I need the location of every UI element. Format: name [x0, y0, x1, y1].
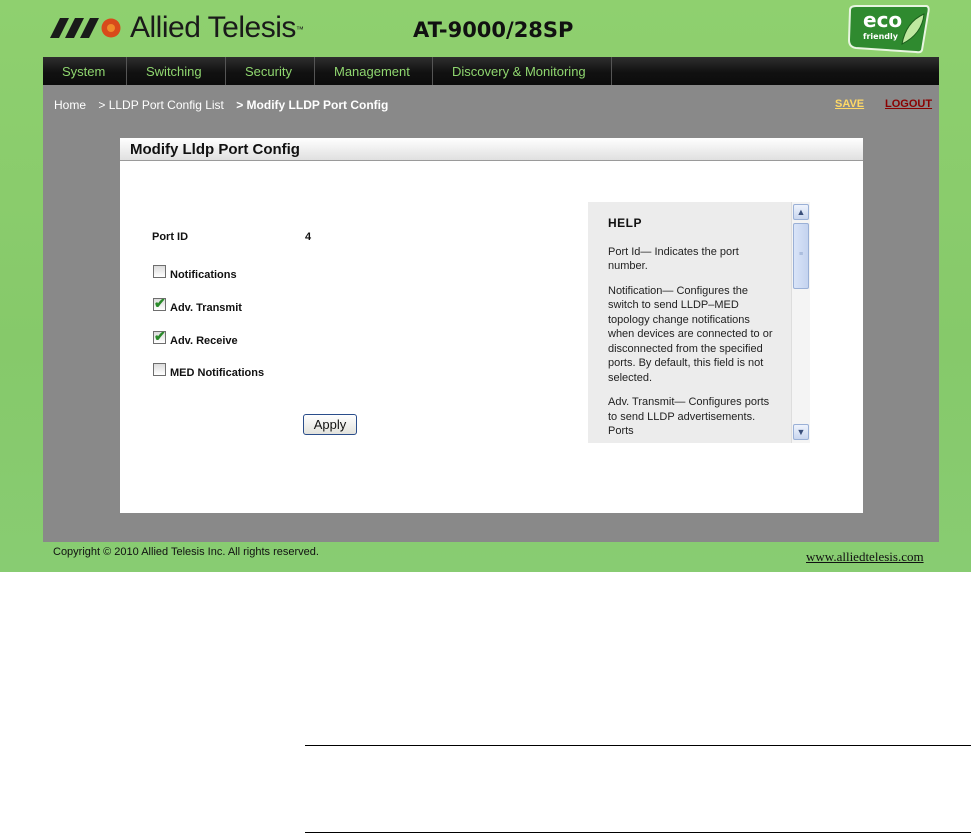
nav-management[interactable]: Management	[315, 57, 433, 85]
apply-button[interactable]: Apply	[303, 414, 357, 435]
med-notifications-checkbox[interactable]	[153, 363, 166, 376]
help-box[interactable]: HELP Port Id— Indicates the port number.…	[588, 202, 810, 443]
help-title: HELP	[608, 216, 643, 230]
help-paragraph: Port Id— Indicates the port number.	[608, 245, 739, 273]
scroll-up-icon[interactable]: ▲	[793, 204, 809, 220]
med-notifications-label: MED Notifications	[170, 367, 265, 379]
website-link[interactable]: www.alliedtelesis.com	[806, 549, 924, 565]
adv-receive-checkbox[interactable]: ✔	[153, 328, 166, 344]
main-nav: System Switching Security Management Dis…	[43, 57, 939, 85]
nav-switching[interactable]: Switching	[127, 57, 226, 85]
page-background: Allied Telesis™ AT-9000/28SP eco friendl…	[0, 0, 971, 572]
notifications-label: Notifications	[170, 269, 237, 281]
eco-friendly-badge: eco friendly	[846, 4, 930, 54]
breadcrumb-home[interactable]: Home	[54, 98, 86, 112]
divider-line	[305, 745, 971, 746]
checkmark-icon: ✔	[154, 328, 166, 344]
adv-transmit-label: Adv. Transmit	[170, 302, 242, 314]
port-id-label: Port ID	[152, 231, 189, 243]
logout-link[interactable]: LOGOUT	[885, 98, 932, 110]
eco-text: eco	[863, 8, 903, 32]
allied-telesis-mark-icon	[50, 18, 121, 38]
allied-telesis-logo: Allied Telesis™	[50, 10, 304, 46]
scroll-down-icon[interactable]: ▼	[793, 424, 809, 440]
brand-name: Allied Telesis™	[130, 11, 304, 44]
nav-system[interactable]: System	[43, 57, 127, 85]
checkmark-icon: ✔	[154, 295, 166, 311]
help-content: HELP Port Id— Indicates the port number.…	[608, 216, 776, 443]
nav-security[interactable]: Security	[226, 57, 315, 85]
help-paragraph: Adv. Transmit— Configures ports to send …	[608, 396, 770, 437]
adv-receive-label: Adv. Receive	[170, 335, 238, 347]
modify-lldp-port-config-panel: Modify Lldp Port Config Port ID 4 Notifi…	[120, 138, 863, 513]
breadcrumb-current: > Modify LLDP Port Config	[236, 98, 389, 112]
nav-discovery-monitoring[interactable]: Discovery & Monitoring	[433, 57, 612, 85]
help-scrollbar[interactable]: ▲ ≡ ▼	[791, 202, 810, 443]
breadcrumb: Home > LLDP Port Config List > Modify LL…	[54, 98, 397, 112]
scroll-thumb[interactable]: ≡	[793, 223, 809, 289]
model-name: AT-9000/28SP	[413, 18, 574, 42]
notifications-checkbox[interactable]	[153, 265, 166, 278]
friendly-text: friendly	[863, 32, 898, 41]
help-paragraph: Notification— Configures the switch to s…	[608, 284, 773, 384]
port-id-value: 4	[305, 231, 312, 243]
save-link[interactable]: SAVE	[835, 98, 864, 110]
adv-transmit-checkbox[interactable]: ✔	[153, 295, 166, 311]
panel-title: Modify Lldp Port Config	[120, 138, 863, 161]
content-area: Home > LLDP Port Config List > Modify LL…	[43, 85, 939, 542]
copyright-text: Copyright © 2010 Allied Telesis Inc. All…	[53, 546, 319, 558]
breadcrumb-lldp-port-config-list[interactable]: > LLDP Port Config List	[98, 98, 224, 112]
